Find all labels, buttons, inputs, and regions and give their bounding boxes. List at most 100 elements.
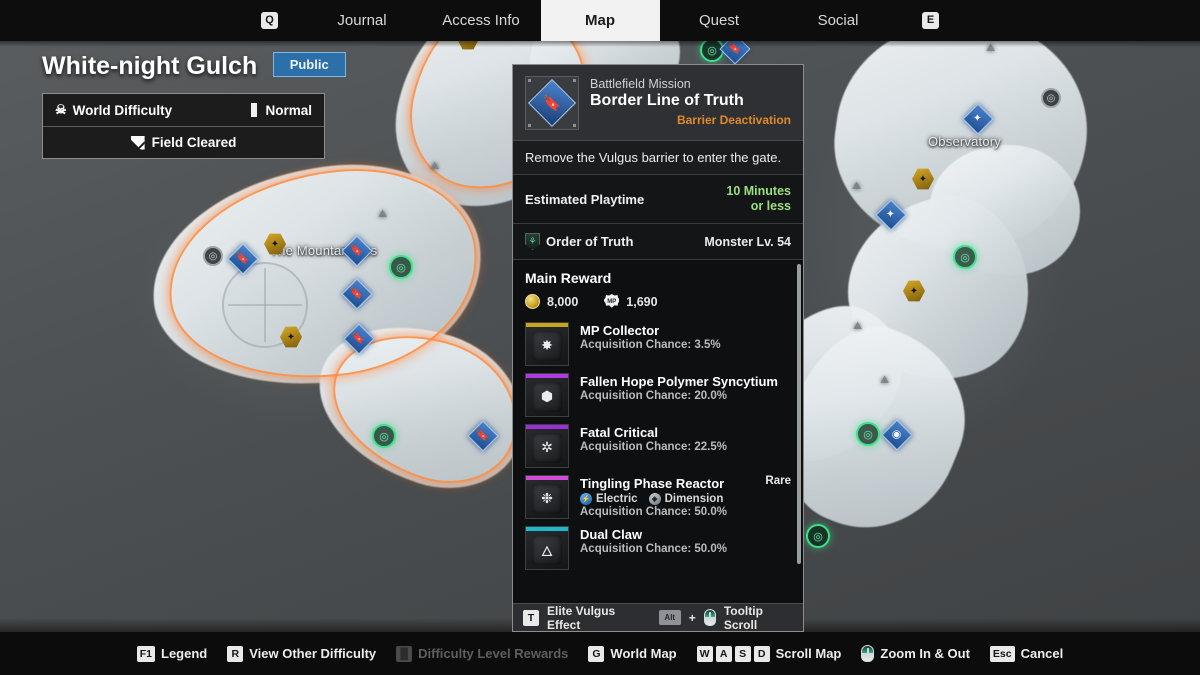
hint-world-map[interactable]: G World Map — [588, 645, 677, 662]
rarity-bar — [526, 527, 568, 531]
reward-item[interactable]: ⬢ Fallen Hope Polymer Syncytium Acquisitio… — [525, 370, 791, 421]
bottom-hint-bar: F1 Legend R View Other Difficulty █ Difficult… — [0, 632, 1200, 675]
mission-description: Remove the Vulgus barrier to enter the g… — [513, 141, 803, 175]
map-marker-poi[interactable]: ◎ — [203, 246, 227, 270]
key-esc: Esc — [989, 645, 1015, 662]
gold-coin-icon — [525, 294, 540, 309]
reward-item[interactable]: 🜂 Dual Claw Acquisition Chance: 50.0% — [525, 523, 791, 574]
hint-cancel[interactable]: Esc Cancel — [989, 645, 1063, 662]
map-marker-outpost[interactable]: ◎ — [372, 424, 396, 448]
hint-keys: WASD — [696, 645, 770, 662]
hint-label: Scroll Map — [775, 646, 842, 661]
reward-item-glyph: ❉ — [532, 483, 562, 514]
world-difficulty-row[interactable]: ☠ World Difficulty Normal — [43, 94, 324, 126]
status-badge-public: Public — [272, 52, 346, 77]
hint-legend[interactable]: F1 Legend — [136, 645, 208, 662]
estimated-playtime-value: 10 Minutes — [726, 184, 791, 198]
page-title: White-night Gulch — [42, 52, 258, 80]
hint-keys: Esc — [989, 645, 1015, 662]
currency-reward-row: 8,000 MP 1,690 — [525, 294, 791, 309]
mission-tooltip-header: 🔖 Battlefield Mission Border Line of Tru… — [513, 65, 803, 141]
top-navigation-bar: Q Journal Access Info Map Quest Social E — [0, 0, 1200, 41]
tab-quest[interactable]: Quest — [660, 0, 779, 41]
map-marker-resource[interactable]: ✦ — [912, 168, 936, 192]
reward-item-chance: Acquisition Chance: 22.5% — [580, 441, 727, 453]
map-marker-mission[interactable]: 🔖 — [719, 33, 751, 65]
map-marker-mission[interactable]: 🔖 — [341, 235, 373, 267]
map-marker-mission[interactable]: ◉ — [881, 419, 913, 451]
reward-item-chance: Acquisition Chance: 3.5% — [580, 339, 721, 351]
check-icon — [130, 135, 145, 150]
mission-objective-label: Barrier Deactivation — [676, 113, 791, 127]
map-marker-outpost[interactable]: ◎ — [806, 524, 830, 548]
tooltip-scroll-label: Tooltip Scroll — [723, 603, 763, 632]
nav-next-key[interactable]: E — [898, 0, 964, 41]
map-marker-outpost[interactable]: ◎ — [953, 245, 977, 269]
mission-emblem-icon: 🔖 — [525, 76, 579, 130]
nav-prev-key[interactable]: Q — [237, 0, 303, 41]
elite-vulgus-effect-label[interactable]: Elite Vulgus Effect — [547, 604, 643, 632]
tab-map[interactable]: Map — [540, 0, 660, 41]
reward-item-body: Tingling Phase Reactor ⚡ Electric ◈ Dimensio… — [580, 475, 791, 518]
reward-item[interactable]: ❉ Tingling Phase Reactor ⚡ Electric ◈ Dimensi… — [525, 472, 791, 523]
tab-journal[interactable]: Journal — [303, 0, 422, 41]
hint-label: Legend — [161, 646, 208, 661]
reward-item[interactable]: ✸ MP Collector Acquisition Chance: 3.5% — [525, 319, 791, 370]
skull-icon: ☠ — [55, 102, 67, 117]
map-marker-mission[interactable]: 🔖 — [467, 420, 499, 452]
reward-item-rarity-label: Rare — [765, 475, 791, 487]
reward-item-body: Fallen Hope Polymer Syncytium Acquisition… — [580, 373, 791, 402]
reward-item-tag-label: Electric — [596, 493, 638, 505]
map-marker-resource[interactable]: ✦ — [264, 233, 288, 257]
hint-label: View Other Difficulty — [249, 646, 377, 661]
reward-item-chance: Acquisition Chance: 20.0% — [580, 390, 727, 402]
key-r: R — [227, 645, 244, 662]
map-marker-poi[interactable]: ◎ — [1041, 88, 1065, 112]
map-marker-outpost[interactable]: ◎ — [389, 255, 413, 279]
map-marker-outpost[interactable]: ◎ — [856, 422, 880, 446]
reward-item[interactable]: ✲ Fatal Critical Acquisition Chance: 22.5% — [525, 421, 791, 472]
reward-scroll-region[interactable]: Main Reward 8,000 MP 1,690 ✸ MP Collector… — [513, 260, 803, 603]
dimension-icon: ◈ — [648, 493, 661, 505]
reward-item-name: Fallen Hope Polymer Syncytium — [580, 374, 778, 389]
mission-tooltip-panel: 🔖 Battlefield Mission Border Line of Tru… — [512, 64, 804, 632]
reward-item-name: Fatal Critical — [580, 425, 659, 440]
hint-zoom-in-out[interactable]: Zoom In & Out — [861, 645, 970, 662]
game-map-screen: The Mountaintops Observatory 🔖 🔖 🔖 🔖 ✦ ✦… — [0, 0, 1200, 675]
map-marker-resource[interactable]: ✦ — [280, 326, 304, 350]
hint-label: World Map — [610, 646, 677, 661]
tab-access-info[interactable]: Access Info — [422, 0, 541, 41]
reward-item-name: MP Collector — [580, 323, 660, 338]
map-marker-mission[interactable]: 🔖 — [343, 323, 375, 355]
reward-item-tag: ◈ Dimension — [648, 493, 723, 505]
map-marker-mission[interactable]: ✦ — [962, 103, 994, 135]
reward-item-chance: Acquisition Chance: 50.0% — [580, 506, 727, 518]
reward-item-glyph: ✸ — [532, 330, 562, 361]
reward-item-glyph: ✲ — [532, 432, 562, 463]
reward-item-body: MP Collector Acquisition Chance: 3.5% — [580, 322, 791, 351]
hint-view-other-difficulty[interactable]: R View Other Difficulty — [227, 645, 377, 662]
faction-row: ⚘ Order of Truth Monster Lv. 54 — [513, 224, 803, 260]
mp-reward: MP 1,690 — [604, 294, 658, 309]
reward-item-icon: ✲ — [525, 424, 569, 468]
key-q: Q — [261, 12, 278, 29]
hint-keys: █ — [396, 645, 413, 662]
hint-scroll-map[interactable]: W A S D Scroll Map — [696, 645, 842, 662]
tooltip-scrollbar[interactable] — [797, 264, 801, 564]
hint-difficulty-level-rewards: █ Difficulty Level Rewards — [396, 645, 568, 662]
map-marker-resource[interactable]: ✦ — [903, 280, 927, 304]
world-difficulty-value: Normal — [265, 102, 312, 118]
rarity-bar — [526, 374, 568, 378]
difficulty-level-bar-icon — [251, 103, 258, 117]
key-s: S — [734, 645, 751, 662]
tab-social[interactable]: Social — [779, 0, 898, 41]
map-marker-mission[interactable]: ✦ — [875, 199, 907, 231]
hint-keys: R — [227, 645, 244, 662]
world-difficulty-label: World Difficulty — [72, 102, 173, 118]
hint-label: Zoom In & Out — [880, 646, 970, 661]
plus-sign: + — [688, 610, 696, 625]
map-marker-mission[interactable]: 🔖 — [227, 243, 259, 275]
map-marker-mission[interactable]: 🔖 — [341, 278, 373, 310]
zone-header: White-night Gulch Public ☠ World Difficu… — [42, 52, 346, 159]
key-e: E — [922, 12, 939, 29]
